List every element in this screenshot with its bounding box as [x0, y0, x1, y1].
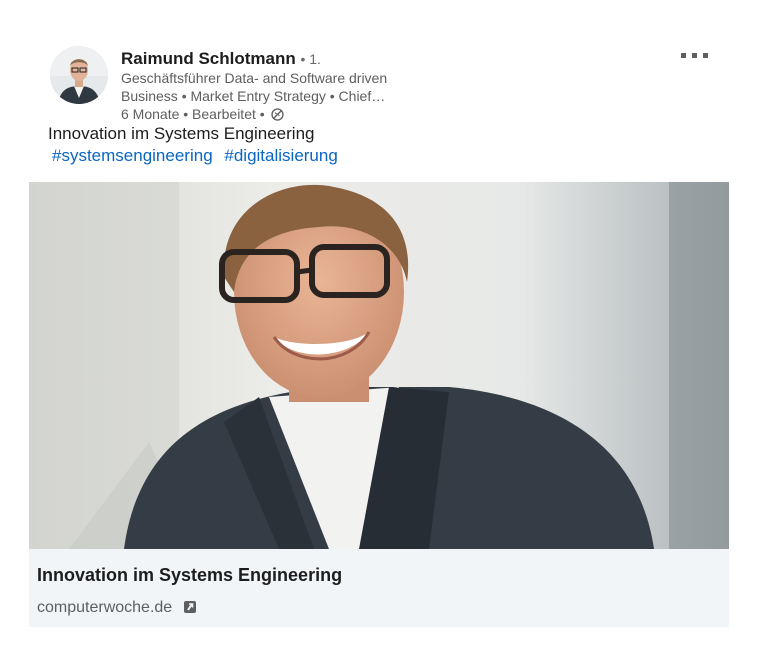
link-card[interactable]: Innovation im Systems Engineering comput…: [29, 549, 729, 627]
connection-degree: • 1.: [300, 51, 321, 67]
hashtag-link[interactable]: #systemsengineering: [52, 146, 213, 165]
link-title[interactable]: Innovation im Systems Engineering: [37, 565, 342, 586]
globe-icon: [270, 108, 284, 124]
post-text: Innovation im Systems Engineering: [48, 124, 315, 143]
link-domain-line: computerwoche.de: [37, 599, 197, 619]
more-options-icon[interactable]: [679, 45, 711, 65]
hashtag-list: #systemsengineering #digitalisierung: [52, 146, 345, 166]
author-name[interactable]: Raimund Schlotmann: [121, 49, 296, 68]
hashtag-link[interactable]: #digitalisierung: [224, 146, 337, 165]
author-name-line[interactable]: Raimund Schlotmann • 1.: [121, 49, 321, 69]
author-avatar[interactable]: [50, 46, 108, 104]
external-link-icon: [183, 600, 197, 619]
link-preview-image[interactable]: [29, 182, 729, 549]
author-headline: Geschäftsführer Data- and Software drive…: [121, 70, 388, 104]
post-meta: 6 Monate • Bearbeitet •: [121, 106, 284, 124]
link-domain: computerwoche.de: [37, 599, 173, 616]
post-time: 6 Monate • Bearbeitet •: [121, 106, 265, 122]
